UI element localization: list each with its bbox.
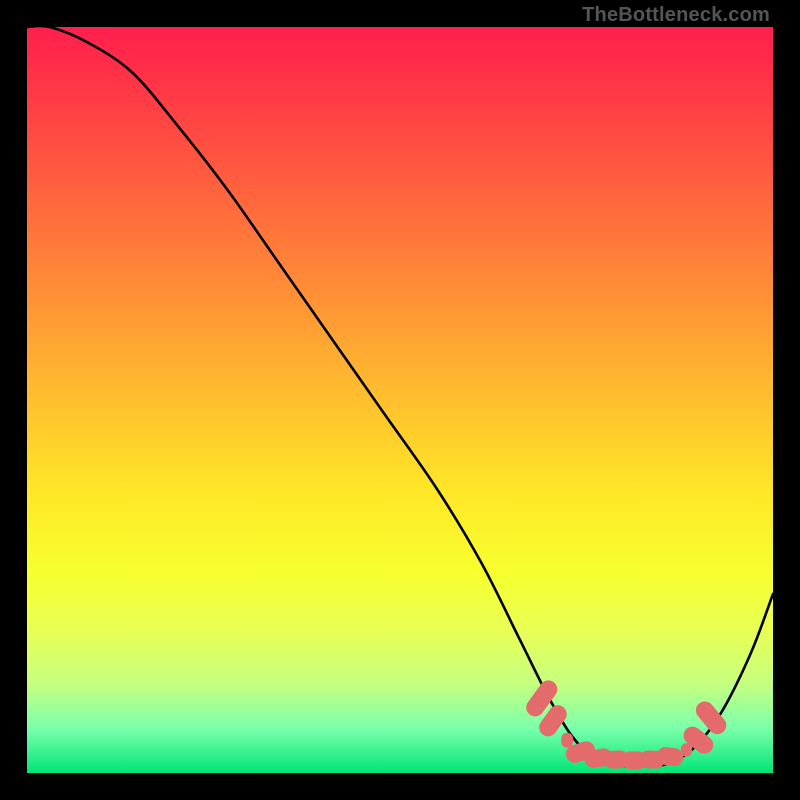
marker-small-1	[561, 733, 573, 748]
plot-area	[27, 27, 773, 773]
markers-group	[523, 677, 730, 769]
watermark-text: TheBottleneck.com	[582, 4, 770, 27]
curve-path	[27, 27, 773, 767]
chart-container: TheBottleneck.com	[0, 0, 800, 800]
curve-layer	[27, 27, 773, 773]
